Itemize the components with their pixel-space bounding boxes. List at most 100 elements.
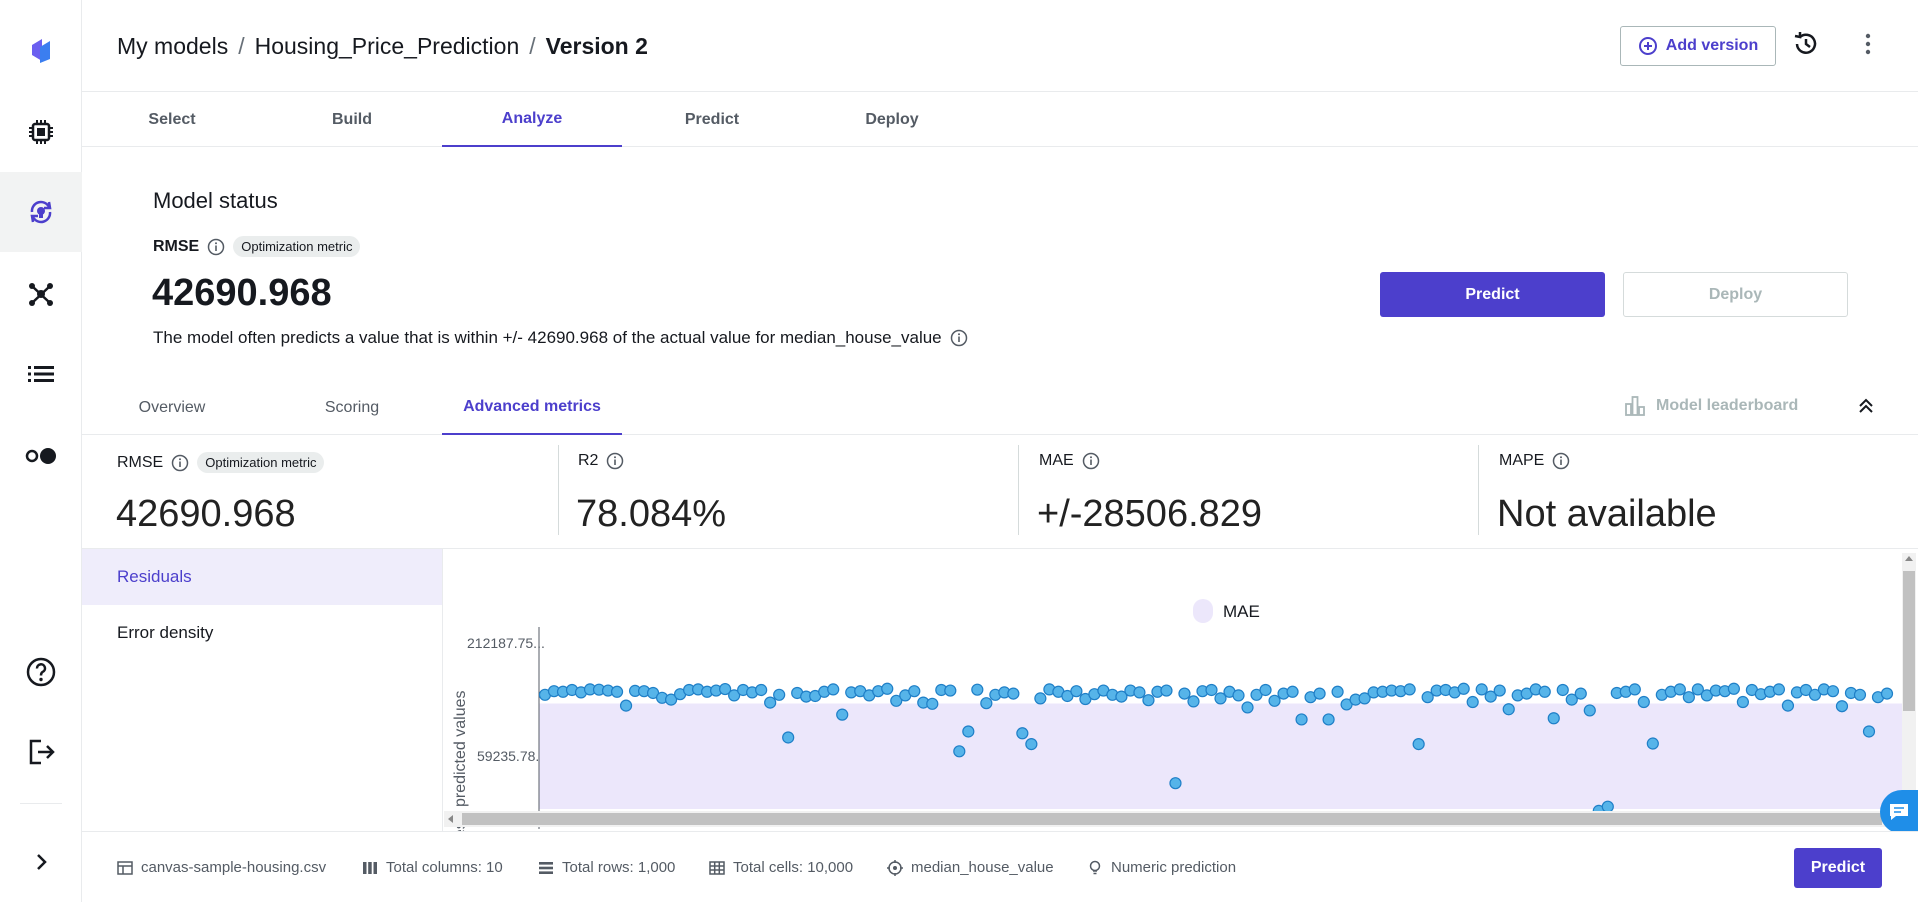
metric-value: 78.084% <box>576 493 727 535</box>
residual-point <box>1538 685 1551 698</box>
nav-toggle-theme[interactable] <box>0 416 82 496</box>
info-icon[interactable] <box>1552 452 1570 470</box>
info-icon[interactable] <box>1082 452 1100 470</box>
residual-point <box>1826 685 1840 698</box>
chat-icon <box>1890 804 1908 820</box>
rows-icon <box>539 861 553 874</box>
residual-point <box>1259 683 1272 697</box>
scrollbar-thumb[interactable] <box>1903 571 1915 711</box>
residual-point <box>1673 683 1686 696</box>
residual-point <box>1862 725 1876 738</box>
residual-point <box>1628 683 1641 696</box>
legend-swatch-mae <box>1193 599 1213 623</box>
logo-icon <box>32 39 50 63</box>
tab-overview[interactable]: Overview <box>82 380 262 435</box>
residual-point <box>773 688 786 701</box>
nav-expand[interactable] <box>0 822 82 902</box>
tab-deploy[interactable]: Deploy <box>802 92 982 147</box>
residuals-chart-panel: MAE values - predicted values 212187.75.… <box>442 549 1918 831</box>
version-history-button[interactable] <box>1792 30 1820 63</box>
network-icon <box>29 283 53 306</box>
residual-point <box>1268 694 1281 707</box>
optimization-metric-badge: Optimization metric <box>197 452 325 473</box>
residual-point <box>1133 686 1146 699</box>
footer-dataset[interactable]: canvas-sample-housing.csv <box>117 859 326 876</box>
breadcrumb-model[interactable]: Housing_Price_Prediction <box>255 33 520 60</box>
chart-horizontal-scrollbar[interactable] <box>444 811 1896 827</box>
metric-value: Not available <box>1497 493 1717 535</box>
nav-help[interactable] <box>0 632 82 712</box>
residual-point <box>1286 685 1299 698</box>
feedback-chat-button[interactable] <box>1880 790 1918 834</box>
metric-name: R2 <box>578 452 599 469</box>
scrollbar-thumb[interactable] <box>462 813 1882 825</box>
app-logo[interactable] <box>0 10 82 90</box>
nav-ml-ops[interactable] <box>0 172 82 252</box>
info-icon[interactable] <box>207 238 225 256</box>
residual-point <box>1475 683 1488 696</box>
tab-build[interactable]: Build <box>262 92 442 147</box>
problem-type: Numeric prediction <box>1111 859 1237 876</box>
metric-divider <box>558 445 559 535</box>
mae-band <box>539 703 1913 809</box>
predict-button[interactable]: Predict <box>1380 272 1605 317</box>
residual-point <box>1313 687 1326 700</box>
residual-point <box>1493 684 1506 697</box>
nav-datasets[interactable] <box>0 334 82 414</box>
residual-point <box>1232 689 1245 702</box>
nav-sign-out[interactable] <box>0 712 82 792</box>
residual-point <box>1727 682 1740 695</box>
tab-analyze[interactable]: Analyze <box>442 92 622 147</box>
workflow-tabs: Select Build Analyze Predict Deploy <box>82 92 1918 147</box>
more-options-button[interactable] <box>1854 30 1882 63</box>
table-icon <box>117 860 133 875</box>
residual-point <box>1502 703 1515 716</box>
residual-point <box>836 708 849 721</box>
rmse-description-text: The model often predicts a value that is… <box>153 328 942 347</box>
residual-point <box>1016 727 1029 740</box>
residual-point <box>908 685 921 698</box>
residual-point <box>1772 683 1786 696</box>
list-icon <box>28 366 54 382</box>
residual-point <box>1241 701 1254 714</box>
tab-predict[interactable]: Predict <box>622 92 802 147</box>
residual-point <box>782 731 795 744</box>
residual-point <box>1025 738 1038 751</box>
tab-scoring[interactable]: Scoring <box>262 380 442 435</box>
plus-circle-icon <box>1638 37 1657 55</box>
rail-divider <box>20 803 62 804</box>
page-header: My models / Housing_Price_Prediction / V… <box>82 0 1918 92</box>
footer-predict-button[interactable]: Predict <box>1794 848 1882 888</box>
chart-nav-residuals[interactable]: Residuals <box>82 549 442 605</box>
lightbulb-icon <box>1089 860 1101 874</box>
breadcrumb-my-models[interactable]: My models <box>117 33 228 60</box>
tab-advanced-metrics[interactable]: Advanced metrics <box>442 380 622 435</box>
residual-point <box>1160 684 1173 697</box>
add-version-label: Add version <box>1665 37 1759 54</box>
residuals-chart: MAE values - predicted values 212187.75.… <box>452 599 1913 831</box>
target-column: median_house_value <box>911 859 1054 876</box>
y-tick-label: 212187.75... <box>467 635 545 651</box>
deploy-button[interactable]: Deploy <box>1623 272 1848 317</box>
breadcrumb-separator: / <box>529 33 536 59</box>
model-leaderboard-button[interactable]: Model leaderboard <box>1624 395 1798 417</box>
dataset-footer: canvas-sample-housing.csv Total columns:… <box>82 831 1918 902</box>
add-version-button[interactable]: Add version <box>1620 26 1776 66</box>
tab-select[interactable]: Select <box>82 92 262 147</box>
metric-label-row: MAPE <box>1499 452 1570 470</box>
nav-network[interactable] <box>0 254 82 334</box>
nav-models[interactable] <box>0 92 82 172</box>
residual-point <box>1295 713 1308 726</box>
residual-point <box>1880 687 1894 700</box>
metric-r2: R2 78.084% <box>558 435 1018 535</box>
chart-nav-error-density[interactable]: Error density <box>82 605 442 661</box>
info-icon[interactable] <box>606 452 624 470</box>
info-icon[interactable] <box>171 454 189 472</box>
residual-point <box>1466 695 1479 709</box>
scrollbar-track <box>1902 553 1916 829</box>
chart-vertical-scrollbar[interactable] <box>1902 553 1916 829</box>
footer-rows: Total rows: 1,000 <box>538 859 675 876</box>
info-icon[interactable] <box>950 329 968 347</box>
residual-point <box>980 697 993 710</box>
collapse-panel-button[interactable] <box>1856 396 1876 421</box>
